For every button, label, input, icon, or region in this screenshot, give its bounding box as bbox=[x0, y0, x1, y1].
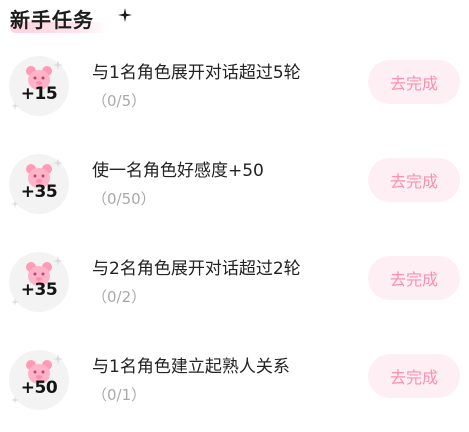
go-complete-button[interactable]: 去完成 bbox=[368, 256, 460, 300]
task-title: 与2名角色展开对话超过2轮 bbox=[92, 259, 301, 279]
task-row: +15 与1名角色展开对话超过5轮 （0/5） 去完成 bbox=[0, 40, 469, 138]
task-row: +35 使一名角色好感度+50 （0/50） 去完成 bbox=[0, 138, 469, 236]
task-progress: （0/1） bbox=[92, 386, 147, 404]
section-title: 新手任务 bbox=[10, 8, 94, 32]
reward-badge: +15 bbox=[9, 56, 69, 116]
reward-points: +15 bbox=[20, 84, 58, 104]
task-progress: （0/5） bbox=[92, 92, 147, 110]
task-progress: （0/2） bbox=[92, 288, 147, 306]
reward-badge: +35 bbox=[9, 252, 69, 312]
go-complete-button[interactable]: 去完成 bbox=[368, 354, 460, 398]
reward-badge: +35 bbox=[9, 154, 69, 214]
reward-points: +35 bbox=[20, 280, 58, 300]
task-progress: （0/50） bbox=[92, 190, 156, 208]
reward-badge: +50 bbox=[9, 350, 69, 410]
sparkle-icon bbox=[53, 158, 63, 168]
go-complete-button[interactable]: 去完成 bbox=[368, 60, 460, 104]
task-row: +50 与1名角色建立起熟人关系 （0/1） 去完成 bbox=[0, 334, 469, 432]
task-list: +15 与1名角色展开对话超过5轮 （0/5） 去完成 +35 使一名角色好感度… bbox=[0, 40, 469, 432]
sparkle-icon bbox=[53, 256, 63, 266]
task-title: 与1名角色展开对话超过5轮 bbox=[92, 63, 301, 83]
task-title: 与1名角色建立起熟人关系 bbox=[92, 357, 290, 377]
task-row: +35 与2名角色展开对话超过2轮 （0/2） 去完成 bbox=[0, 236, 469, 334]
reward-points: +50 bbox=[20, 378, 58, 398]
go-complete-button[interactable]: 去完成 bbox=[368, 158, 460, 202]
task-title: 使一名角色好感度+50 bbox=[92, 161, 264, 181]
section-header: 新手任务 bbox=[8, 0, 168, 40]
sparkle-icon bbox=[53, 354, 63, 364]
sparkle-icon bbox=[118, 8, 132, 22]
sparkle-icon bbox=[53, 60, 63, 70]
reward-points: +35 bbox=[20, 182, 58, 202]
